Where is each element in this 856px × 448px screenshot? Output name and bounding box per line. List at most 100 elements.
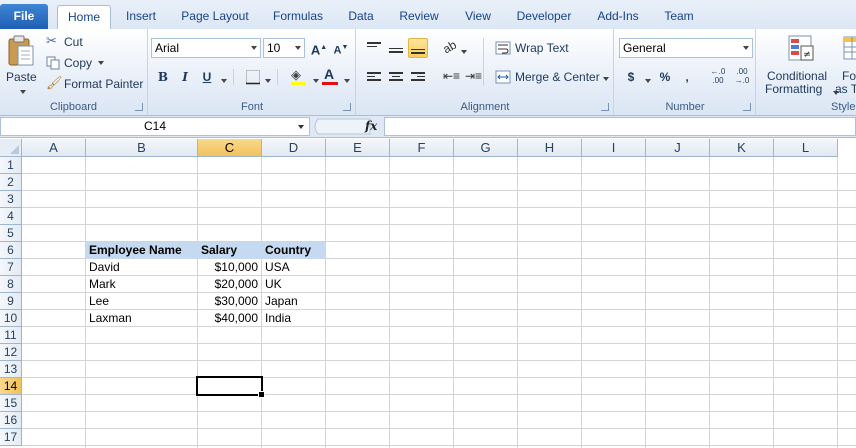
row-header-14[interactable]: 14 (0, 378, 22, 395)
number-launcher-icon[interactable] (743, 103, 751, 111)
column-header-b[interactable]: B (86, 139, 198, 157)
tab-page-layout[interactable]: Page Layout (176, 5, 254, 29)
row-header-6[interactable]: 6 (0, 242, 22, 259)
tab-view[interactable]: View (456, 5, 500, 29)
table-data-cell[interactable]: UK (262, 276, 325, 293)
conditional-formatting-button[interactable]: ≠ Conditional Formatting (761, 32, 839, 96)
name-box-dropdown-icon[interactable] (298, 125, 304, 129)
row-header-17[interactable]: 17 (0, 429, 22, 446)
font-color-dropdown-icon[interactable] (342, 75, 350, 87)
table-header-cell[interactable]: Country (262, 242, 325, 259)
tab-file[interactable]: File (0, 4, 48, 29)
orientation-dropdown-icon[interactable] (459, 46, 467, 58)
grow-font-button[interactable]: A▲ (309, 38, 329, 58)
tab-review[interactable]: Review (392, 5, 446, 29)
borders-icon[interactable] (245, 69, 261, 85)
fill-color-dropdown-icon[interactable] (311, 75, 319, 87)
alignment-launcher-icon[interactable] (601, 103, 609, 111)
row-header-11[interactable]: 11 (0, 327, 22, 344)
row-header-16[interactable]: 16 (0, 412, 22, 429)
table-data-cell[interactable]: $30,000 (198, 293, 261, 310)
decrease-decimal-button[interactable]: .00 →.0 (731, 67, 753, 87)
row-header-8[interactable]: 8 (0, 276, 22, 293)
borders-dropdown-icon[interactable] (263, 75, 271, 87)
column-header-k[interactable]: K (710, 139, 774, 157)
align-center-icon[interactable] (389, 72, 403, 84)
table-data-cell[interactable]: David (86, 259, 197, 276)
tab-add-ins[interactable]: Add-Ins (590, 5, 646, 29)
tab-developer[interactable]: Developer (510, 5, 578, 29)
top-align-icon[interactable] (367, 42, 381, 54)
tab-team[interactable]: Team (656, 5, 702, 29)
active-cell-selection[interactable] (196, 376, 265, 398)
wrap-text-button[interactable]: Wrap Text (493, 39, 583, 57)
row-header-13[interactable]: 13 (0, 361, 22, 378)
align-left-icon[interactable] (367, 72, 381, 84)
paste-button[interactable]: Paste (4, 32, 38, 95)
insert-function-icon[interactable]: fx (365, 116, 377, 136)
table-data-cell[interactable]: India (262, 310, 325, 327)
paste-dropdown-icon[interactable] (18, 86, 26, 98)
column-header-j[interactable]: J (646, 139, 710, 157)
table-data-cell[interactable]: Lee (86, 293, 197, 310)
worksheet-grid[interactable]: ABCDEFGHIJKL 1 2 3 4 5 6 7 8 9 10 11 12 13 14 15 16 17 E… (0, 139, 856, 448)
format-painter-button[interactable]: 🖌 Format Painter (44, 75, 144, 93)
decrease-indent-icon[interactable]: ⇤≡ (443, 69, 460, 83)
column-header-e[interactable]: E (326, 139, 390, 157)
name-box[interactable]: C14 (0, 117, 310, 136)
currency-button[interactable]: $ (621, 67, 641, 87)
bold-button[interactable]: B (153, 67, 173, 87)
row-header-2[interactable]: 2 (0, 174, 22, 191)
table-data-cell[interactable]: $40,000 (198, 310, 261, 327)
font-name-select[interactable]: Arial (151, 38, 261, 58)
column-header-a[interactable]: A (22, 139, 86, 157)
column-header-c[interactable]: C (198, 139, 262, 157)
column-header-i[interactable]: I (582, 139, 646, 157)
column-header-g[interactable]: G (454, 139, 518, 157)
font-launcher-icon[interactable] (343, 103, 351, 111)
column-header-d[interactable]: D (262, 139, 326, 157)
shrink-font-button[interactable]: A▼ (331, 38, 351, 58)
currency-dropdown-icon[interactable] (643, 75, 651, 87)
merge-center-button[interactable]: Merge & Center (493, 68, 611, 86)
select-all-button[interactable] (0, 139, 22, 157)
table-data-cell[interactable]: $10,000 (198, 259, 261, 276)
formula-input[interactable] (384, 117, 856, 136)
table-data-cell[interactable]: USA (262, 259, 325, 276)
merge-dropdown-icon[interactable] (601, 73, 609, 85)
format-as-table-button[interactable]: For as Ta (835, 32, 856, 96)
table-data-cell[interactable]: Japan (262, 293, 325, 310)
copy-dropdown-icon[interactable] (96, 57, 104, 69)
row-header-5[interactable]: 5 (0, 225, 22, 242)
bottom-align-button[interactable] (408, 38, 428, 58)
align-right-icon[interactable] (411, 72, 425, 84)
percent-button[interactable]: % (655, 67, 675, 87)
cut-button[interactable]: ✂ Cut (44, 33, 104, 51)
increase-indent-icon[interactable]: ⇥≡ (465, 69, 482, 83)
font-color-button[interactable]: A (321, 66, 341, 87)
italic-button[interactable]: I (175, 67, 195, 87)
table-data-cell[interactable]: $20,000 (198, 276, 261, 293)
increase-decimal-button[interactable]: ←.0.00 (707, 67, 729, 87)
tab-formulas[interactable]: Formulas (266, 5, 330, 29)
row-header-15[interactable]: 15 (0, 395, 22, 412)
copy-button[interactable]: Copy (44, 54, 114, 72)
font-size-select[interactable]: 10 (263, 38, 305, 58)
middle-align-icon[interactable] (389, 44, 403, 56)
clipboard-launcher-icon[interactable] (135, 103, 143, 111)
row-header-10[interactable]: 10 (0, 310, 22, 327)
comma-button[interactable]: , (677, 67, 697, 87)
tab-insert[interactable]: Insert (116, 5, 166, 29)
row-header-1[interactable]: 1 (0, 157, 22, 174)
column-header-h[interactable]: H (518, 139, 582, 157)
number-format-select[interactable]: General (619, 38, 753, 58)
tab-data[interactable]: Data (340, 5, 382, 29)
row-header-3[interactable]: 3 (0, 191, 22, 208)
row-header-9[interactable]: 9 (0, 293, 22, 310)
column-header-l[interactable]: L (774, 139, 838, 157)
underline-button[interactable]: U (197, 67, 217, 87)
row-header-4[interactable]: 4 (0, 208, 22, 225)
table-data-cell[interactable]: Laxman (86, 310, 197, 327)
row-header-12[interactable]: 12 (0, 344, 22, 361)
row-header-7[interactable]: 7 (0, 259, 22, 276)
